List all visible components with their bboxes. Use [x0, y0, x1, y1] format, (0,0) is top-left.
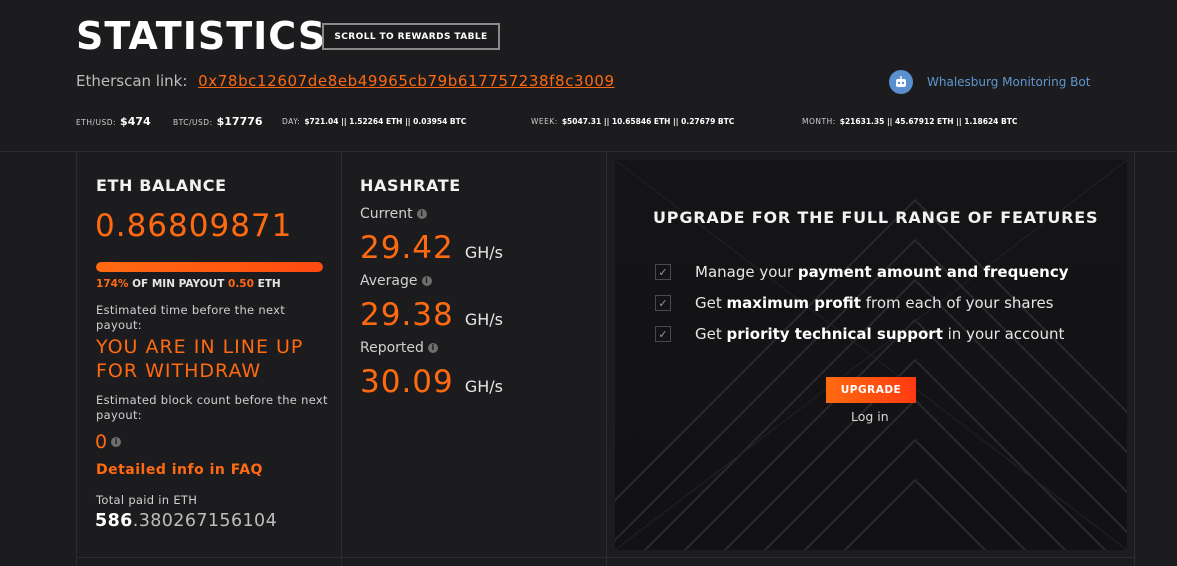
total-paid-int: 586 — [95, 511, 133, 531]
current-value: 29.42 — [360, 230, 454, 266]
monitoring-bot-link[interactable]: Whalesburg Monitoring Bot — [889, 70, 1090, 94]
check-icon: ✓ — [655, 264, 671, 280]
average-hashrate: 29.38 GH/s — [360, 297, 503, 333]
eth-balance-panel: ETH BALANCE 0.86809871 174% OF MIN PAYOU… — [76, 152, 342, 566]
total-paid-value: 586.380267156104 — [95, 511, 277, 531]
upgrade-panel: UPGRADE FOR THE FULL RANGE OF FEATURES ✓… — [607, 152, 1135, 566]
average-label-row: Average i — [360, 273, 432, 289]
btc-usd-value: $17776 — [216, 115, 263, 128]
eth-usd-item: ETH/USD: $474 — [76, 115, 151, 128]
check-icon: ✓ — [655, 295, 671, 311]
average-label: Average — [360, 273, 418, 289]
eth-balance-heading: ETH BALANCE — [96, 176, 227, 195]
eth-usd-value: $474 — [120, 115, 151, 128]
robot-icon — [889, 70, 913, 94]
block-count-row: 0 i — [95, 431, 122, 453]
feature-item: ✓ Get priority technical support in your… — [655, 325, 1064, 343]
page-title: STATISTICS — [76, 14, 327, 58]
average-value: 29.38 — [360, 297, 454, 333]
month-value: $21631.35 || 45.67912 ETH || 1.18624 BTC — [839, 117, 1018, 126]
reported-hashrate: 30.09 GH/s — [360, 364, 503, 400]
month-label: MONTH: — [802, 117, 836, 126]
est-time-label: Estimated time before the next payout: — [96, 303, 286, 332]
btc-usd-item: BTC/USD: $17776 — [173, 115, 263, 128]
week-item: WEEK: $5047.31 || 10.65846 ETH || 0.27679… — [531, 117, 734, 126]
info-icon[interactable]: i — [427, 343, 438, 353]
current-hashrate: 29.42 GH/s — [360, 230, 503, 266]
payout-text: OF MIN PAYOUT — [132, 278, 225, 290]
average-unit: GH/s — [464, 310, 503, 329]
login-link[interactable]: Log in — [851, 409, 889, 424]
est-block-label: Estimated block count before the next pa… — [96, 393, 328, 422]
total-paid-dec: .380267156104 — [132, 511, 278, 531]
reported-value: 30.09 — [360, 364, 454, 400]
week-label: WEEK: — [531, 117, 558, 126]
check-icon: ✓ — [655, 326, 671, 342]
current-label: Current — [360, 206, 413, 222]
page-header: STATISTICS SCROLL TO REWARDS TABLE Ether… — [0, 0, 1177, 152]
block-count-value: 0 — [95, 431, 108, 453]
day-item: DAY: $721.04 || 1.52264 ETH || 0.03954 BT… — [282, 117, 466, 126]
feature-item: ✓ Manage your payment amount and frequen… — [655, 263, 1069, 281]
faq-link[interactable]: Detailed info in FAQ — [96, 462, 263, 478]
feature-item: ✓ Get maximum profit from each of your s… — [655, 294, 1054, 312]
etherscan-label: Etherscan link: — [76, 72, 188, 90]
payout-progress-fill — [96, 262, 323, 272]
info-icon[interactable]: i — [421, 276, 432, 286]
feature-text: Manage your payment amount and frequency — [695, 263, 1069, 281]
reported-label: Reported — [360, 340, 424, 356]
hashrate-panel: HASHRATE Current i 29.42 GH/s Average i … — [342, 152, 607, 566]
day-value: $721.04 || 1.52264 ETH || 0.03954 BTC — [304, 117, 467, 126]
etherscan-address-link[interactable]: 0x78bc12607de8eb49965cb79b617757238f8c30… — [198, 72, 614, 90]
day-label: DAY: — [282, 117, 301, 126]
withdraw-status: YOU ARE IN LINE UP FOR WITHDRAW — [96, 336, 304, 382]
payout-unit: ETH — [257, 278, 281, 290]
etherscan-row: Etherscan link: 0x78bc12607de8eb49965cb7… — [76, 72, 615, 90]
current-unit: GH/s — [464, 243, 503, 262]
total-paid-label: Total paid in ETH — [96, 493, 198, 507]
payout-percent: 174% — [96, 278, 129, 290]
eth-balance-value: 0.86809871 — [95, 208, 293, 244]
payout-progress-text: 174% OF MIN PAYOUT 0.50 ETH — [96, 278, 281, 290]
payout-min: 0.50 — [228, 278, 254, 290]
info-icon[interactable]: i — [111, 437, 122, 447]
week-value: $5047.31 || 10.65846 ETH || 0.27679 BTC — [561, 117, 735, 126]
feature-text: Get maximum profit from each of your sha… — [695, 294, 1054, 312]
reported-label-row: Reported i — [360, 340, 438, 356]
feature-text: Get priority technical support in your a… — [695, 325, 1065, 343]
month-item: MONTH: $21631.35 || 45.67912 ETH || 1.186… — [802, 117, 1017, 126]
upgrade-promo-card: UPGRADE FOR THE FULL RANGE OF FEATURES ✓… — [615, 160, 1127, 550]
monitoring-bot-label: Whalesburg Monitoring Bot — [927, 75, 1091, 89]
info-icon[interactable]: i — [416, 209, 427, 219]
hashrate-heading: HASHRATE — [360, 176, 461, 195]
promo-title: UPGRADE FOR THE FULL RANGE OF FEATURES — [653, 208, 1099, 227]
eth-usd-label: ETH/USD: — [76, 118, 117, 127]
payout-progress-bar — [96, 262, 323, 272]
upgrade-button[interactable]: UPGRADE — [826, 377, 916, 403]
reported-unit: GH/s — [464, 377, 503, 396]
btc-usd-label: BTC/USD: — [173, 118, 213, 127]
current-label-row: Current i — [360, 206, 427, 222]
divider — [76, 557, 1135, 558]
scroll-to-rewards-button[interactable]: SCROLL TO REWARDS TABLE — [322, 23, 500, 50]
